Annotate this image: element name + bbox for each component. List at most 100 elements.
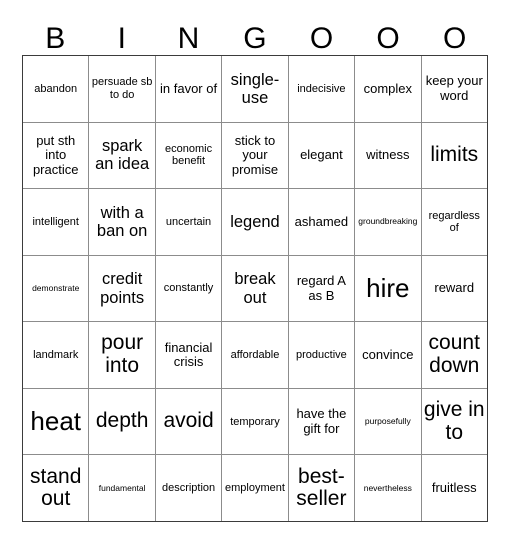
bingo-cell[interactable]: break out — [221, 255, 287, 322]
bingo-cell[interactable]: heat — [23, 389, 88, 455]
bingo-cell[interactable]: reward — [420, 255, 487, 322]
bingo-card: B I N G O O O abandon persuade sb to do … — [22, 14, 488, 522]
bingo-cell-label: legend — [230, 212, 280, 231]
bingo-cell-label: purposefully — [364, 416, 411, 426]
bingo-cell-label: convince — [362, 346, 414, 362]
bingo-cell[interactable]: elegant — [287, 122, 354, 189]
bingo-cell[interactable]: regardless of — [420, 189, 487, 255]
bingo-cell[interactable]: uncertain — [154, 189, 221, 255]
bingo-cell[interactable]: single-use — [221, 56, 287, 122]
header-letter-5: O — [309, 22, 334, 55]
bingo-cell-label: have the gift for — [296, 406, 347, 436]
bingo-cell[interactable]: intelligent — [23, 189, 88, 255]
bingo-header-row: B I N G O O O — [22, 14, 488, 55]
bingo-cell[interactable]: groundbreaking — [354, 189, 420, 255]
bingo-cell-label: best-seller — [296, 464, 347, 511]
header-letter-1: B — [45, 22, 66, 55]
bingo-grid: abandon persuade sb to do in favor of si… — [22, 55, 488, 522]
bingo-cell-label: economic benefit — [165, 143, 213, 168]
bingo-cell-label: financial crisis — [164, 339, 213, 370]
bingo-cell-label: employment — [225, 482, 285, 495]
bingo-cell[interactable]: stick to your promise — [221, 122, 287, 189]
bingo-cell[interactable]: have the gift for — [287, 388, 354, 455]
bingo-cell-label: complex — [363, 80, 413, 96]
bingo-cell-label: nevertheless — [363, 482, 412, 493]
bingo-cell-label: regard A as B — [296, 272, 346, 303]
bingo-cell[interactable]: fundamental — [88, 455, 154, 522]
header-letter-4: G — [243, 22, 267, 55]
bingo-cell-label: abandon — [34, 82, 78, 95]
bingo-cell[interactable]: complex — [354, 56, 420, 122]
bingo-cell[interactable]: productive — [287, 322, 354, 388]
bingo-cell-label: fruitless — [431, 479, 477, 495]
bingo-cell[interactable]: fruitless — [420, 455, 487, 522]
header-letter-3: N — [177, 22, 200, 55]
header-letter-2: I — [117, 22, 127, 55]
bingo-cell-label: persuade sb to do — [91, 76, 153, 101]
bingo-cell[interactable]: convince — [354, 322, 420, 388]
bingo-cell[interactable]: best-seller — [287, 455, 354, 522]
bingo-cell[interactable]: demonstrate — [23, 256, 88, 322]
bingo-cell[interactable]: witness — [354, 122, 420, 189]
bingo-cell[interactable]: limits — [420, 122, 487, 189]
bingo-cell[interactable]: abandon — [23, 56, 88, 122]
bingo-cell[interactable]: financial crisis — [154, 322, 221, 388]
bingo-cell[interactable]: in favor of — [154, 56, 221, 122]
bingo-cell-label: heat — [30, 406, 82, 437]
bingo-cell-label: stand out — [30, 464, 82, 511]
bingo-cell[interactable]: depth — [88, 388, 154, 455]
bingo-cell-label: fundamental — [98, 482, 146, 493]
bingo-cell[interactable]: with a ban on — [88, 189, 154, 255]
bingo-cell-label: spark an idea — [95, 137, 150, 174]
bingo-cell[interactable]: temporary — [221, 388, 287, 455]
bingo-cell[interactable]: credit points — [88, 255, 154, 322]
bingo-cell-label: single-use — [230, 70, 280, 107]
bingo-cell[interactable]: description — [154, 455, 221, 522]
bingo-cell[interactable]: nevertheless — [354, 455, 420, 522]
bingo-cell[interactable]: economic benefit — [154, 122, 221, 189]
bingo-cell-label: with a ban on — [96, 203, 148, 240]
bingo-cell[interactable]: landmark — [23, 322, 88, 388]
bingo-row: abandon persuade sb to do in favor of si… — [23, 56, 487, 122]
bingo-cell-label: groundbreaking — [358, 216, 418, 227]
bingo-cell[interactable]: constantly — [154, 255, 221, 322]
bingo-row: demonstrate credit points constantly bre… — [23, 254, 487, 322]
bingo-cell[interactable]: spark an idea — [88, 122, 154, 189]
bingo-cell[interactable]: persuade sb to do — [88, 56, 154, 122]
bingo-cell-label: elegant — [300, 147, 343, 163]
bingo-cell-label: depth — [95, 409, 149, 433]
bingo-cell[interactable]: ashamed — [287, 189, 354, 255]
bingo-cell[interactable]: put sth into practice — [23, 123, 88, 189]
bingo-cell[interactable]: avoid — [154, 388, 221, 455]
bingo-cell[interactable]: regard A as B — [287, 255, 354, 322]
bingo-cell[interactable]: legend — [221, 189, 287, 255]
bingo-row: intelligent with a ban on uncertain lege… — [23, 188, 487, 255]
bingo-cell[interactable]: stand out — [23, 455, 88, 521]
bingo-cell-label: keep your word — [425, 73, 483, 103]
bingo-cell[interactable]: indecisive — [287, 56, 354, 122]
bingo-cell-label: credit points — [100, 270, 145, 307]
bingo-cell-label: avoid — [163, 409, 214, 433]
bingo-cell-label: count down — [428, 331, 480, 378]
bingo-cell[interactable]: employment — [221, 455, 287, 522]
bingo-row: heat depth avoid temporary have the gift… — [23, 387, 487, 455]
bingo-cell-label: landmark — [33, 348, 79, 361]
bingo-cell-label: productive — [296, 348, 347, 361]
header-letter-7: O — [442, 22, 467, 55]
bingo-cell-label: stick to your promise — [231, 132, 279, 177]
bingo-cell[interactable]: keep your word — [420, 56, 487, 122]
bingo-row: landmark pour into financial crisis affo… — [23, 321, 487, 388]
bingo-cell-label: reward — [434, 280, 475, 296]
bingo-cell-label: uncertain — [165, 215, 212, 228]
bingo-cell[interactable]: count down — [420, 322, 487, 388]
bingo-cell[interactable]: purposefully — [354, 388, 420, 455]
bingo-cell[interactable]: pour into — [88, 322, 154, 388]
bingo-cell[interactable]: give in to — [420, 388, 487, 455]
bingo-cell-label: intelligent — [32, 215, 79, 228]
bingo-cell-label: in favor of — [160, 80, 218, 96]
bingo-cell-label: give in to — [423, 398, 485, 444]
bingo-cell-label: break out — [234, 270, 276, 307]
bingo-cell[interactable]: affordable — [221, 322, 287, 388]
bingo-cell-label: demonstrate — [32, 282, 80, 293]
bingo-cell[interactable]: hire — [354, 255, 420, 322]
